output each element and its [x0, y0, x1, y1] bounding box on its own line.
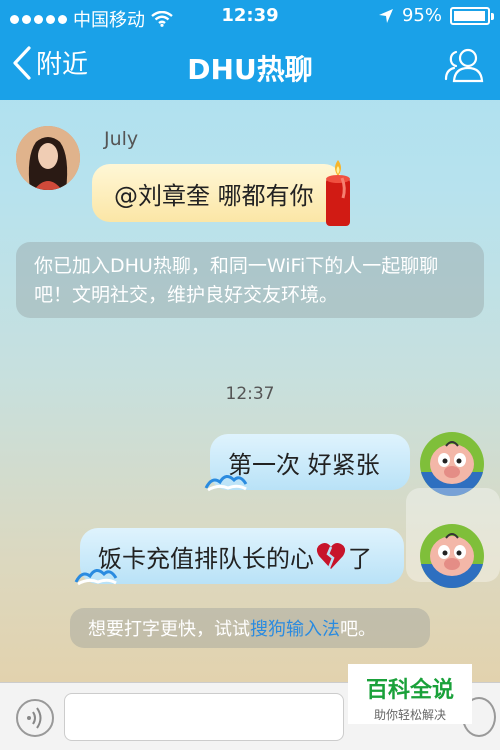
location-arrow-icon [378, 8, 393, 23]
sogou-input-link[interactable]: 搜狗输入法 [250, 615, 340, 641]
message-timestamp: 12:37 [225, 384, 275, 404]
message-text: 第一次 好紧张 [228, 450, 380, 479]
message-text: 饭卡充值排队长的心 [98, 544, 314, 573]
message-text: @刘章奎 哪都有你 [114, 181, 314, 210]
battery-percent: 95% [401, 5, 442, 26]
watermark-title: 百科全说 [365, 678, 454, 703]
wave-decoration-icon [204, 475, 248, 492]
tip-prefix: 想要打字更快，试试 [88, 619, 250, 640]
watermark-logo: 百科全说 助你轻松解决 [348, 664, 472, 724]
message-suffix: 了 [348, 544, 372, 573]
battery-icon [450, 6, 494, 25]
broken-heart-icon [316, 543, 346, 569]
tip-suffix: 吧。 [340, 619, 376, 640]
avatar-self[interactable] [420, 524, 484, 588]
message-bubble-self[interactable]: 饭卡充值排队长的心 了 [80, 528, 404, 584]
top-bar: 中国移动 12:39 95% 附近 DHU热聊 [0, 0, 500, 100]
avatar-self[interactable] [420, 432, 484, 496]
status-bar: 中国移动 12:39 95% [0, 0, 500, 32]
page-title: DHU热聊 [187, 53, 313, 86]
watermark-subtitle: 助你轻松解决 [373, 708, 446, 722]
voice-wave-icon [27, 707, 42, 729]
voice-input-button[interactable] [16, 699, 54, 737]
input-method-tip: 想要打字更快，试试 搜狗输入法 吧。 [70, 608, 430, 648]
candle-icon [326, 160, 350, 226]
navigation-bar: 附近 DHU热聊 [0, 32, 500, 100]
message-input[interactable] [64, 693, 344, 741]
wave-decoration-icon [74, 569, 118, 586]
group-members-icon[interactable] [442, 46, 486, 84]
status-right: 95% [378, 5, 494, 26]
system-notice: 你已加入DHU热聊，和同一WiFi下的人一起聊聊吧！文明社交，维护良好交友环境。 [16, 242, 484, 318]
avatar-july[interactable] [16, 126, 80, 190]
message-bubble-july[interactable]: @刘章奎 哪都有你 [92, 164, 342, 222]
sender-name: July [104, 128, 139, 150]
